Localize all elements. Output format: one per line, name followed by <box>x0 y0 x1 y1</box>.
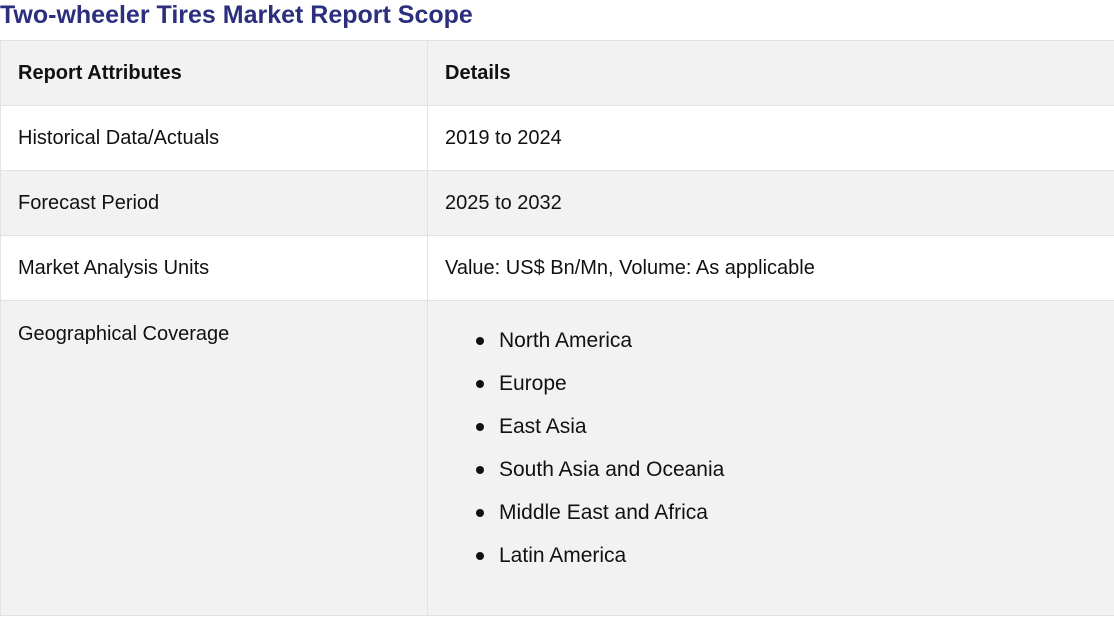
table-row: Forecast Period 2025 to 2032 <box>0 170 1114 236</box>
attribute-cell: Geographical Coverage <box>0 300 428 616</box>
list-item: East Asia <box>476 409 1114 452</box>
region-label: Europe <box>499 372 567 395</box>
region-label: Middle East and Africa <box>499 501 708 524</box>
attribute-cell: Market Analysis Units <box>0 235 428 301</box>
bullet-icon <box>476 380 484 388</box>
list-item: Europe <box>476 366 1114 409</box>
list-item: Latin America <box>476 538 1114 581</box>
table-row-geographical-coverage: Geographical Coverage North America Euro… <box>0 300 1114 616</box>
details-cell: North America Europe East Asia South Asi… <box>427 300 1114 616</box>
page-title: Two-wheeler Tires Market Report Scope <box>0 1 473 29</box>
table-row: Market Analysis Units Value: US$ Bn/Mn, … <box>0 235 1114 301</box>
region-label: North America <box>499 329 633 352</box>
list-item: Middle East and Africa <box>476 495 1114 538</box>
region-list: North America Europe East Asia South Asi… <box>445 323 1114 581</box>
list-item: South Asia and Oceania <box>476 452 1114 495</box>
details-cell: 2025 to 2032 <box>427 170 1114 236</box>
region-label: East Asia <box>499 415 587 438</box>
report-scope-table: Report Attributes Details Historical Dat… <box>0 40 1114 616</box>
bullet-icon <box>476 423 484 431</box>
table-row: Historical Data/Actuals 2019 to 2024 <box>0 105 1114 171</box>
list-item: North America <box>476 323 1114 366</box>
column-header-attributes: Report Attributes <box>0 40 428 106</box>
bullet-icon <box>476 337 484 345</box>
details-cell: 2019 to 2024 <box>427 105 1114 171</box>
column-header-details: Details <box>427 40 1114 106</box>
attribute-cell: Historical Data/Actuals <box>0 105 428 171</box>
bullet-icon <box>476 552 484 560</box>
region-label: Latin America <box>499 544 627 567</box>
region-label: South Asia and Oceania <box>499 458 725 481</box>
bullet-icon <box>476 466 484 474</box>
details-cell: Value: US$ Bn/Mn, Volume: As applicable <box>427 235 1114 301</box>
attribute-cell: Forecast Period <box>0 170 428 236</box>
bullet-icon <box>476 509 484 517</box>
table-header-row: Report Attributes Details <box>0 40 1114 106</box>
